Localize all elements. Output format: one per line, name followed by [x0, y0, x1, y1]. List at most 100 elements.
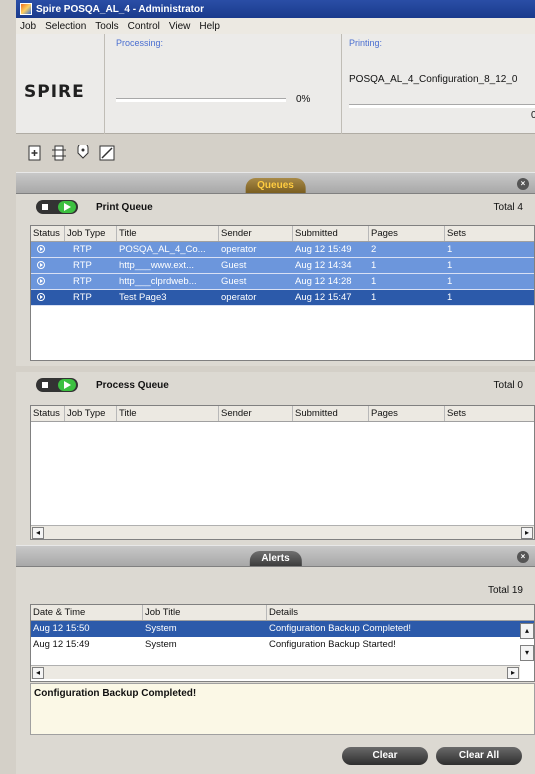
- table-header: Date & Time Job Title Details: [31, 605, 534, 621]
- processing-progress-bar: [116, 98, 286, 102]
- scroll-right-icon[interactable]: ▸: [521, 527, 533, 539]
- cell-sender: operator: [221, 292, 257, 303]
- horizontal-scrollbar[interactable]: ◂ ▸: [31, 665, 520, 679]
- menu-tools[interactable]: Tools: [95, 21, 118, 32]
- status-area: SPIRE Processing: 0% Printing: POSQA_AL_…: [16, 34, 535, 134]
- menu-job[interactable]: Job: [20, 21, 36, 32]
- job-status-icon: [37, 261, 45, 269]
- close-icon[interactable]: ×: [517, 551, 529, 563]
- cell-sets: 1: [447, 276, 453, 287]
- alerts-total: Total 19: [487, 585, 523, 596]
- column-title[interactable]: Title: [117, 406, 219, 421]
- column-sender[interactable]: Sender: [219, 226, 293, 241]
- cell-details: Configuration Backup Started!: [269, 639, 396, 650]
- cell-title: Test Page3: [119, 292, 167, 303]
- cell-submitted: Aug 12 14:34: [295, 260, 352, 271]
- print-queue-header: Print Queue Total 4: [16, 194, 535, 220]
- cell-pages: 2: [371, 244, 377, 255]
- cell-sets: 1: [447, 292, 453, 303]
- alerts-table: Date & Time Job Title Details Aug 12 15:…: [30, 604, 535, 682]
- cell-pages: 1: [371, 276, 377, 287]
- menu-help[interactable]: Help: [199, 21, 220, 32]
- title-bar: Spire POSQA_AL_4 - Administrator: [16, 0, 535, 18]
- process-queue-title: Process Queue: [96, 380, 169, 391]
- process-queue-toggle[interactable]: [36, 378, 78, 392]
- column-sender[interactable]: Sender: [219, 406, 293, 421]
- queues-tab[interactable]: Queues: [245, 178, 306, 193]
- print-queue-panel: Print Queue Total 4 Status Job Type Titl…: [16, 194, 535, 366]
- archive-icon[interactable]: [98, 144, 116, 162]
- cell-submitted: Aug 12 14:28: [295, 276, 352, 287]
- scroll-right-icon[interactable]: ▸: [507, 667, 519, 679]
- resource-center-icon[interactable]: [74, 144, 92, 162]
- spire-app-icon: [20, 3, 32, 15]
- horizontal-scrollbar[interactable]: ◂ ▸: [31, 525, 534, 539]
- alerts-tab[interactable]: Alerts: [249, 551, 302, 566]
- cell-sender: operator: [221, 244, 257, 255]
- table-row[interactable]: Aug 12 15:49 System Configuration Backup…: [31, 637, 534, 653]
- cell-job-type: RTP: [73, 276, 92, 287]
- clear-all-button[interactable]: Clear All: [436, 747, 522, 765]
- column-details[interactable]: Details: [267, 605, 534, 620]
- cell-sets: 1: [447, 244, 453, 255]
- printing-job-name: POSQA_AL_4_Configuration_8_12_0: [349, 74, 518, 85]
- job-status-icon: [37, 293, 45, 301]
- cell-title: POSQA_AL_4_Co...: [119, 244, 206, 255]
- job-center-icon[interactable]: [50, 144, 68, 162]
- menu-selection[interactable]: Selection: [45, 21, 86, 32]
- clear-button[interactable]: Clear: [342, 747, 428, 765]
- column-status[interactable]: Status: [31, 406, 65, 421]
- process-queue-panel: Process Queue Total 0 Status Job Type Ti…: [16, 372, 535, 545]
- play-icon: [58, 201, 76, 213]
- column-pages[interactable]: Pages: [369, 226, 445, 241]
- cell-job-title: System: [145, 639, 177, 650]
- column-job-title[interactable]: Job Title: [143, 605, 267, 620]
- processing-percent: 0%: [296, 94, 311, 105]
- scroll-left-icon[interactable]: ◂: [32, 527, 44, 539]
- cell-pages: 1: [371, 260, 377, 271]
- table-row[interactable]: RTP http___www.ext... Guest Aug 12 14:34…: [31, 258, 534, 274]
- menu-view[interactable]: View: [169, 21, 191, 32]
- cell-job-type: RTP: [73, 260, 92, 271]
- alerts-header: Alerts ×: [16, 545, 535, 567]
- cell-sender: Guest: [221, 260, 247, 271]
- process-queue-table: Status Job Type Title Sender Submitted P…: [30, 405, 535, 540]
- stop-icon: [42, 204, 48, 210]
- alerts-panel: Total 19 Date & Time Job Title Details A…: [16, 567, 535, 774]
- column-sets[interactable]: Sets: [445, 406, 534, 421]
- column-status[interactable]: Status: [31, 226, 65, 241]
- print-queue-toggle[interactable]: [36, 200, 78, 214]
- cell-title: http___www.ext...: [119, 260, 194, 271]
- window-title: Spire POSQA_AL_4 - Administrator: [36, 3, 204, 15]
- print-queue-table: Status Job Type Title Sender Submitted P…: [30, 225, 535, 361]
- column-submitted[interactable]: Submitted: [293, 226, 369, 241]
- table-row[interactable]: RTP Test Page3 operator Aug 12 15:47 1 1: [31, 290, 534, 306]
- cell-details: Configuration Backup Completed!: [269, 623, 412, 634]
- queues-header: Queues ×: [16, 172, 535, 194]
- table-row[interactable]: Aug 12 15:50 System Configuration Backup…: [31, 621, 534, 637]
- processing-label: Processing:: [116, 38, 164, 48]
- table-row[interactable]: RTP POSQA_AL_4_Co... operator Aug 12 15:…: [31, 242, 534, 258]
- column-title[interactable]: Title: [117, 226, 219, 241]
- scroll-down-icon[interactable]: ▾: [520, 645, 534, 661]
- import-job-icon[interactable]: [26, 144, 44, 162]
- scroll-up-icon[interactable]: ▴: [520, 623, 534, 639]
- menu-control[interactable]: Control: [128, 21, 160, 32]
- close-icon[interactable]: ×: [517, 178, 529, 190]
- table-row[interactable]: RTP http___clprdweb... Guest Aug 12 14:2…: [31, 274, 534, 290]
- spire-logo: SPIRE: [24, 82, 85, 102]
- play-icon: [58, 379, 76, 391]
- column-pages[interactable]: Pages: [369, 406, 445, 421]
- column-sets[interactable]: Sets: [445, 226, 534, 241]
- status-divider: [104, 34, 105, 134]
- scroll-left-icon[interactable]: ◂: [32, 667, 44, 679]
- table-header: Status Job Type Title Sender Submitted P…: [31, 226, 534, 242]
- cell-date-time: Aug 12 15:49: [33, 639, 90, 650]
- cell-sets: 1: [447, 260, 453, 271]
- column-submitted[interactable]: Submitted: [293, 406, 369, 421]
- column-job-type[interactable]: Job Type: [65, 406, 117, 421]
- column-job-type[interactable]: Job Type: [65, 226, 117, 241]
- cell-job-type: RTP: [73, 244, 92, 255]
- process-queue-header: Process Queue Total 0: [16, 372, 535, 398]
- column-date-time[interactable]: Date & Time: [31, 605, 143, 620]
